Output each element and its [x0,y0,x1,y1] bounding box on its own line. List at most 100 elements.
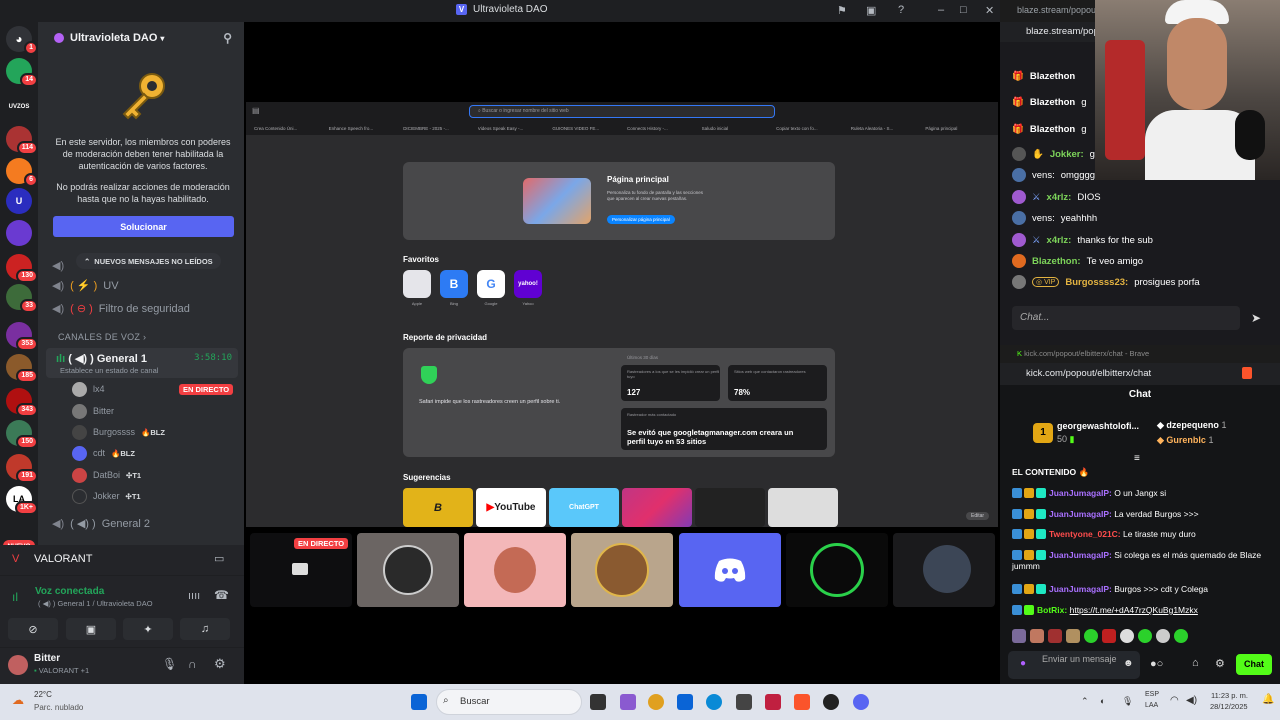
store-icon[interactable] [677,694,693,710]
minimize-icon[interactable]: – [938,4,944,16]
voice-category[interactable]: CANALES DE VOZ › [58,332,146,342]
app-icon[interactable] [765,694,781,710]
emote-icon[interactable] [1174,629,1188,643]
settings-gear-icon[interactable]: ⚙ [1215,657,1225,670]
server-icon[interactable]: 185 [6,354,38,383]
noise-suppression-icon[interactable]: ıııı [188,590,200,602]
edge-icon[interactable] [706,694,722,710]
voice-user[interactable]: Jokker ✣T1 [72,486,141,506]
users-icon[interactable]: ●○ [1150,658,1163,670]
participant-tile[interactable] [571,533,673,607]
settings-gear-icon[interactable]: ⚙ [214,656,226,672]
channel-status[interactable]: Establece un estado de canal [60,366,158,375]
server-icon[interactable]: 150 [6,420,38,449]
direct-messages-button[interactable]: ◕ 1 [6,26,38,55]
add-member-icon[interactable]: ⚲ [223,31,232,45]
server-icon[interactable]: U [6,188,32,214]
task-view-icon[interactable] [590,694,606,710]
channel-item-uv[interactable]: ◀)( ⚡ ) UV [52,279,119,293]
activity-bar[interactable]: V VALORANT ▭ [0,545,244,575]
emoji-icon[interactable]: ☻ [1123,659,1134,669]
emote-icon[interactable] [1102,629,1116,643]
fix-button[interactable]: Solucionar [53,216,234,237]
close-icon[interactable]: ✕ [985,4,994,17]
voice-channel-general-2[interactable]: ◀)( ◀) ) General 2 [52,517,150,531]
blaze-chat-input[interactable]: Chat... [1012,306,1240,330]
share-screen-button[interactable]: ▣ [66,618,116,640]
notifications-icon[interactable]: 🔔 [1262,694,1274,705]
participant-tile[interactable] [357,533,459,607]
camera-off-button[interactable]: ⊘ [8,618,58,640]
chrome-icon[interactable] [648,694,664,710]
app-icon[interactable] [620,694,636,710]
weather-description[interactable]: Parc. nublado [34,703,83,712]
microphone-icon[interactable]: 🎙 [162,657,177,671]
monitor-icon[interactable]: ▣ [866,4,876,17]
server-icon[interactable]: UVZOS [6,94,32,120]
tray-icon[interactable]: ◐ [1100,696,1105,706]
emote-icon[interactable] [1066,629,1080,643]
server-icon[interactable]: 114 [6,126,38,155]
microphone-tray-icon[interactable]: 🎙 [1122,696,1133,707]
voice-user[interactable]: Burgossss 🔥BLZ [72,422,165,442]
server-icon[interactable]: 191 [6,454,38,483]
emote-icon[interactable] [1138,629,1152,643]
activities-button[interactable]: ✦ [123,618,173,640]
avatar[interactable] [8,655,28,675]
server-icon[interactable]: 353 [6,322,38,351]
server-icon[interactable] [6,220,32,246]
obs-icon[interactable] [823,694,839,710]
maximize-icon[interactable]: □ [960,4,967,16]
emote-icon[interactable] [1084,629,1098,643]
server-header[interactable]: Ultravioleta DAO ▾ ⚲ [38,22,244,54]
chat-link[interactable]: https://t.me/+dA47rzQKuBg1Mzkx [1070,605,1198,615]
emote-icon[interactable] [1156,629,1170,643]
voice-channel-general-1[interactable]: ılı ( ◀) ) General 1 3:58:10 Establece u… [46,348,238,378]
server-icon[interactable]: 130 [6,254,38,283]
voice-user[interactable]: Bitter [72,401,114,421]
start-button-icon[interactable] [411,694,427,710]
tray-chevron-icon[interactable]: ⌃ [1081,696,1089,707]
stream-tile[interactable]: EN DIRECTO [250,533,352,607]
participant-tile[interactable] [679,533,781,607]
brave-icon[interactable] [794,694,810,710]
app-icon[interactable] [736,694,752,710]
emote-icon[interactable] [1120,629,1134,643]
headphones-icon[interactable]: ∩ [188,657,197,671]
clock-time[interactable]: 11:23 p. m. [1211,691,1248,700]
help-icon[interactable]: ? [898,4,904,16]
participant-tile[interactable] [464,533,566,607]
clock-date[interactable]: 28/12/2025 [1210,702,1248,711]
server-icon[interactable]: LA 1K+ [6,486,38,515]
kick-chat-send-button[interactable]: Chat [1236,654,1272,675]
participant-tile[interactable] [893,533,995,607]
voice-location[interactable]: ( ◀) ) General 1 / Ultravioleta DAO [38,599,153,608]
participant-tile[interactable] [786,533,888,607]
server-icon[interactable]: 14 [6,58,38,87]
channel-item-filtro[interactable]: ◀)( ⊖ ) Filtro de seguridad [52,302,190,316]
emote-icon[interactable] [1030,629,1044,643]
server-icon[interactable]: 6 [6,158,38,187]
shared-screen-browser[interactable]: ▤ ⌕ Buscar o ingresar nombre del sitio w… [246,102,998,527]
volume-icon[interactable]: ◀) [1186,695,1197,706]
new-unread-messages-pill[interactable]: ⌃ NUEVOS MENSAJES NO LEÍDOS [76,253,221,269]
voice-user[interactable]: lx4 [72,379,105,399]
store-icon[interactable]: ⌂ [1192,657,1199,669]
voice-user[interactable]: cdt 🔥BLZ [72,443,135,463]
channel-item[interactable]: ◀) [52,259,64,272]
emote-icon[interactable] [1012,629,1026,643]
server-icon[interactable]: 343 [6,388,38,417]
taskbar-search[interactable]: ⌕ Buscar [436,689,582,715]
soundboard-button[interactable]: ♫ [180,618,230,640]
kick-address-bar[interactable]: kick.com/popout/elbitterx/chat [1000,363,1280,385]
voice-status[interactable]: Voz conectada [35,586,104,597]
expand-icon[interactable]: ≡ [1134,453,1140,464]
flag-icon[interactable]: ⚑ [837,4,847,17]
emote-icon[interactable] [1048,629,1062,643]
disconnect-icon[interactable]: ☎ [214,588,229,602]
input-language-variant[interactable]: LAA [1145,702,1158,709]
send-icon[interactable]: ➤ [1251,311,1261,325]
weather-temp[interactable]: 22°C [34,690,52,699]
kick-message-input[interactable]: ● Enviar un mensaje ☻ [1008,651,1140,679]
discord-taskbar-icon[interactable] [853,694,869,710]
